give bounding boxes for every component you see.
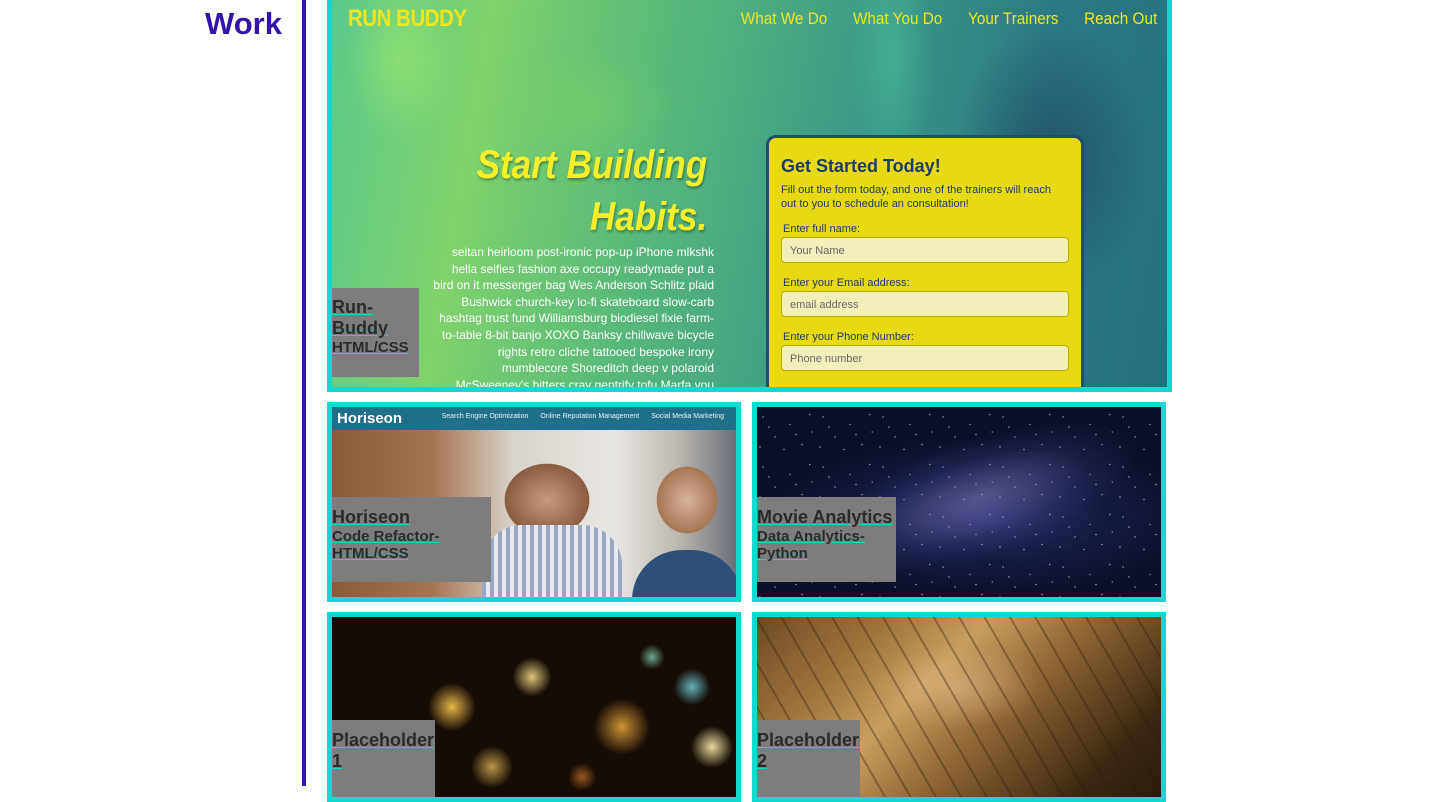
run-buddy-field-label: Enter your Email address: bbox=[783, 277, 910, 289]
horiseon-nav: Search Engine Optimization Online Reputa… bbox=[442, 413, 724, 420]
project-title-link[interactable]: Movie Analytics bbox=[757, 507, 896, 528]
run-buddy-email-input: email address bbox=[781, 291, 1069, 317]
run-buddy-body-text: seitan heirloom post-ironic pop-up iPhon… bbox=[433, 245, 714, 387]
project-caption[interactable]: Movie Analytics Data Analytics-Python bbox=[757, 497, 896, 582]
horiseon-logo: Horiseon bbox=[337, 410, 403, 427]
horiseon-nav-item: Search Engine Optimization bbox=[441, 413, 529, 420]
project-card-movie-analytics[interactable]: Movie Analytics Data Analytics-Python bbox=[752, 402, 1166, 602]
run-buddy-field-label: Enter full name: bbox=[783, 223, 861, 235]
project-caption[interactable]: Placeholder 2 bbox=[757, 720, 860, 797]
project-subtitle-link[interactable]: HTML/CSS bbox=[332, 339, 419, 356]
project-card-placeholder-1[interactable]: Placeholder 1 bbox=[327, 612, 741, 802]
run-buddy-nav-item: What You Do bbox=[852, 9, 943, 28]
run-buddy-headline-line: Start Building bbox=[476, 143, 707, 187]
run-buddy-nav-item: What We Do bbox=[740, 9, 828, 28]
section-heading-work: Work bbox=[205, 6, 282, 41]
person-shape bbox=[482, 525, 622, 597]
project-caption[interactable]: Run-Buddy HTML/CSS bbox=[332, 288, 419, 377]
project-title-link[interactable]: Horiseon bbox=[332, 507, 491, 528]
run-buddy-nav-item: Your Trainers bbox=[968, 9, 1059, 28]
run-buddy-headline-line: Habits. bbox=[589, 195, 707, 239]
project-title-link[interactable]: Run-Buddy bbox=[332, 297, 419, 339]
run-buddy-phone-input: Phone number bbox=[781, 345, 1069, 371]
run-buddy-logo: RUN BUDDY bbox=[348, 5, 467, 32]
run-buddy-screenshot: RUN BUDDY What We Do What You Do Your Tr… bbox=[332, 0, 1167, 387]
horiseon-nav-item: Online Reputation Management bbox=[540, 413, 640, 420]
run-buddy-nav-item: Reach Out bbox=[1083, 9, 1157, 28]
section-divider bbox=[302, 0, 306, 786]
horiseon-nav-item: Social Media Marketing bbox=[651, 413, 724, 420]
project-caption[interactable]: Horiseon Code Refactor-HTML/CSS bbox=[332, 497, 491, 582]
horiseon-header-bar: Horiseon Search Engine Optimization Onli… bbox=[332, 407, 736, 430]
run-buddy-nav: What We Do What You Do Your Trainers Rea… bbox=[736, 9, 1161, 29]
project-title-link[interactable]: Placeholder 1 bbox=[332, 730, 435, 772]
run-buddy-field-label: Enter your Phone Number: bbox=[783, 331, 914, 343]
project-card-horiseon[interactable]: Horiseon Search Engine Optimization Onli… bbox=[327, 402, 741, 602]
run-buddy-headline: Start Building Habits. bbox=[476, 139, 707, 243]
run-buddy-name-input: Your Name bbox=[781, 237, 1069, 263]
run-buddy-form-description: Fill out the form today, and one of the … bbox=[781, 184, 1052, 210]
project-title-link[interactable]: Placeholder 2 bbox=[757, 730, 860, 772]
run-buddy-form-title: Get Started Today! bbox=[781, 156, 941, 176]
project-card-placeholder-2[interactable]: Placeholder 2 bbox=[752, 612, 1166, 802]
run-buddy-signup-form: Get Started Today! Fill out the form tod… bbox=[766, 135, 1084, 387]
project-subtitle-link[interactable]: Data Analytics-Python bbox=[757, 528, 896, 562]
project-card-run-buddy[interactable]: RUN BUDDY What We Do What You Do Your Tr… bbox=[327, 0, 1172, 392]
project-caption[interactable]: Placeholder 1 bbox=[332, 720, 435, 797]
project-subtitle-link[interactable]: Code Refactor-HTML/CSS bbox=[332, 528, 491, 562]
person-shape bbox=[632, 550, 736, 597]
